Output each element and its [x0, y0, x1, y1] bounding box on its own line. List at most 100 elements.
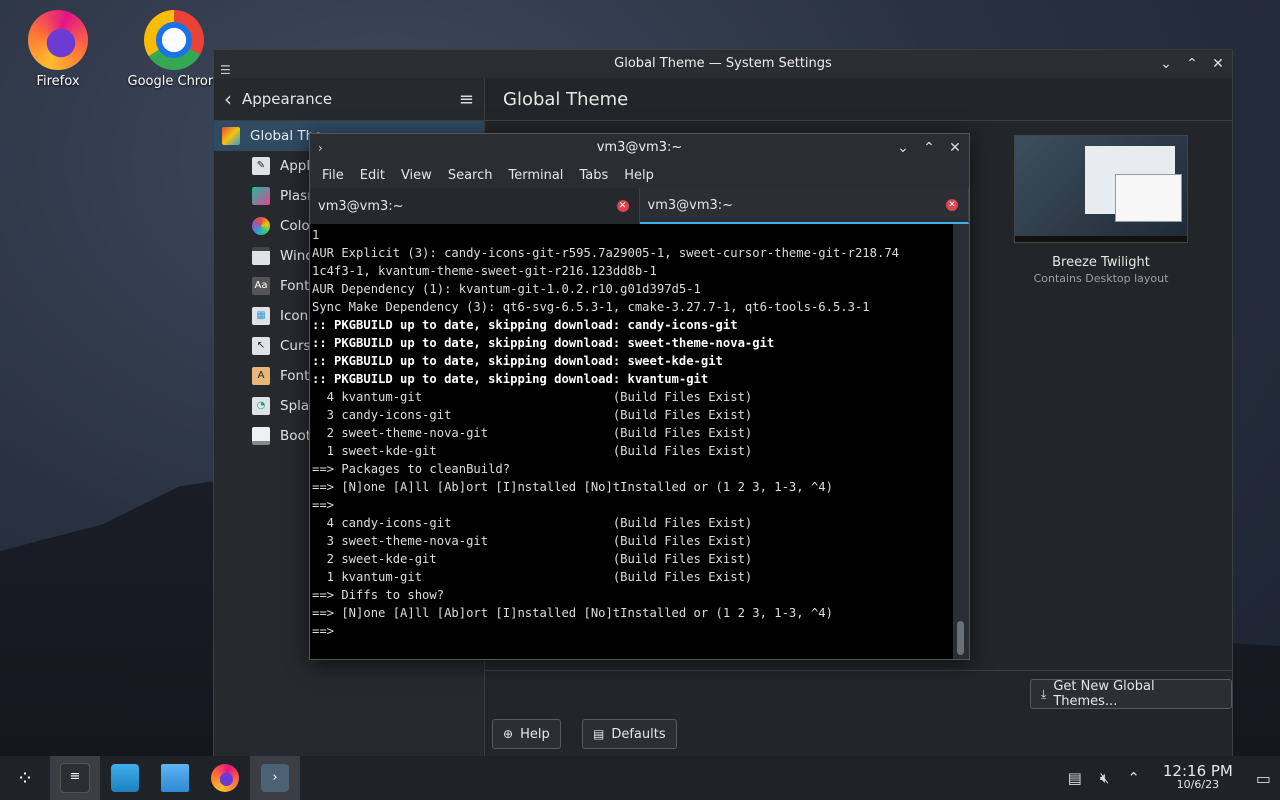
clipboard-icon[interactable]: ▤	[1068, 769, 1082, 787]
help-icon: ⊕	[503, 727, 514, 741]
terminal-line: 1 sweet-kde-git (Build Files Exist)	[312, 444, 753, 458]
terminal-line: ==> Packages to cleanBuild?	[312, 462, 511, 476]
firefox-icon	[211, 764, 239, 792]
theme-description: Contains Desktop layout	[1033, 272, 1169, 285]
sidebar-item-label: Boot	[280, 428, 312, 444]
terminal-line: ==>	[312, 624, 335, 638]
taskbar-system-settings[interactable]: ≡	[50, 756, 100, 800]
hamburger-menu-icon[interactable]: ≡	[459, 89, 474, 110]
boot-splash-icon	[252, 427, 270, 445]
terminal-window-title: vm3@vm3:~	[596, 140, 683, 155]
theme-name: Breeze Twilight	[1052, 255, 1150, 270]
clock[interactable]: 12:16 PM 10/6/23	[1163, 764, 1233, 792]
taskbar: ⁘ ≡ › ▤ 🔇︎ ⌃ 12:16 PM 10/6/23 ▭	[0, 756, 1280, 800]
menu-edit[interactable]: Edit	[352, 168, 393, 183]
desktop-icon-chrome[interactable]: Google Chrom	[124, 4, 224, 89]
icons-icon: ▦	[252, 307, 270, 325]
maximize-icon[interactable]: ⌃	[1186, 50, 1198, 78]
window-decorations-icon	[252, 247, 270, 265]
sidebar-item-label: Appl	[280, 158, 311, 174]
download-icon: ⤓	[1041, 686, 1047, 701]
terminal-line: 1	[312, 228, 320, 242]
terminal-line: 3 candy-icons-git (Build Files Exist)	[312, 408, 753, 422]
terminal-menubar: File Edit View Search Terminal Tabs Help	[310, 162, 969, 188]
sidebar-item-label: Font	[280, 278, 310, 294]
terminal-line: 2 sweet-kde-git (Build Files Exist)	[312, 552, 753, 566]
menu-help[interactable]: Help	[616, 168, 662, 183]
page-title: Global Theme	[485, 78, 1232, 121]
close-icon[interactable]: ✕	[1212, 50, 1224, 78]
colors-icon	[252, 217, 270, 235]
clock-date: 10/6/23	[1176, 778, 1220, 791]
back-arrow-icon[interactable]: ‹	[224, 87, 232, 111]
sidebar-title: Appearance	[242, 90, 333, 108]
document-icon: ▤	[593, 727, 605, 741]
menu-tabs[interactable]: Tabs	[571, 168, 616, 183]
close-icon[interactable]: ✕	[949, 134, 961, 162]
terminal-output[interactable]: 1 AUR Explicit (3): candy-icons-git-r595.…	[310, 224, 953, 659]
taskbar-dolphin[interactable]	[150, 756, 200, 800]
app-launcher-button[interactable]: ⁘	[0, 756, 50, 800]
help-button[interactable]: ⊕ Help	[492, 719, 561, 749]
menu-search[interactable]: Search	[440, 168, 501, 183]
sidebar-header: ‹ Appearance ≡	[214, 78, 484, 121]
sidebar-item-label: Icon	[280, 308, 309, 324]
button-label: Help	[520, 726, 550, 742]
application-style-icon: ✎	[252, 157, 270, 175]
settings-window-title: Global Theme — System Settings	[614, 56, 832, 71]
folder-icon	[161, 764, 189, 792]
plasma-style-icon	[252, 187, 270, 205]
scrollbar-thumb[interactable]	[957, 621, 964, 655]
cursors-icon: ↖	[252, 337, 270, 355]
terminal-line: ==> Diffs to show?	[312, 588, 445, 602]
terminal-line: :: PKGBUILD up to date, skipping downloa…	[312, 318, 738, 332]
menu-terminal[interactable]: Terminal	[500, 168, 571, 183]
terminal-line: :: PKGBUILD up to date, skipping downloa…	[312, 336, 775, 350]
terminal-line: Sync Make Dependency (3): qt6-svg-6.5.3-…	[312, 300, 870, 314]
terminal-line: 3 sweet-theme-nova-git (Build Files Exis…	[312, 534, 753, 548]
fonts-icon: Aa	[252, 277, 270, 295]
minimize-icon[interactable]: ⌄	[1160, 50, 1172, 78]
desktop-icon-label: Google Chrom	[127, 74, 221, 89]
defaults-button[interactable]: ▤ Defaults	[582, 719, 677, 749]
theme-preview-thumbnail	[1014, 135, 1188, 243]
launcher-icon: ⁘	[16, 766, 34, 790]
terminal-line: :: PKGBUILD up to date, skipping downloa…	[312, 354, 723, 368]
terminal-tab-1[interactable]: vm3@vm3:~ ✕	[310, 188, 640, 224]
splash-screen-icon: ◔	[252, 397, 270, 415]
terminal-line: AUR Dependency (1): kvantum-git-1.0.2.r1…	[312, 282, 701, 296]
settings-titlebar[interactable]: ☰ Global Theme — System Settings ⌄ ⌃ ✕	[214, 50, 1232, 78]
button-label: Get New Global Themes...	[1053, 679, 1155, 709]
menu-file[interactable]: File	[314, 168, 352, 183]
volume-muted-icon[interactable]: 🔇︎	[1100, 769, 1109, 787]
terminal-tab-2[interactable]: vm3@vm3:~ ✕	[639, 188, 969, 224]
chevron-up-icon[interactable]: ⌃	[1127, 769, 1140, 787]
clock-time: 12:16 PM	[1162, 762, 1233, 780]
system-settings-icon: ≡	[60, 763, 90, 793]
show-desktop-icon[interactable]: ▭	[1256, 769, 1271, 788]
discover-store-icon	[111, 764, 139, 792]
tab-label: vm3@vm3:~	[647, 197, 734, 213]
close-tab-icon[interactable]: ✕	[946, 199, 958, 211]
terminal-line: :: PKGBUILD up to date, skipping downloa…	[312, 372, 709, 386]
get-new-themes-button[interactable]: ⤓ Get New Global Themes...	[1030, 679, 1232, 709]
taskbar-konsole[interactable]: ›	[250, 756, 300, 800]
desktop-icon-firefox[interactable]: Firefox	[8, 4, 108, 89]
minimize-icon[interactable]: ⌄	[897, 134, 909, 162]
theme-card-breeze-twilight[interactable]: Breeze Twilight Contains Desktop layout	[1014, 135, 1188, 285]
maximize-icon[interactable]: ⌃	[923, 134, 935, 162]
terminal-titlebar[interactable]: › vm3@vm3:~ ⌄ ⌃ ✕	[310, 134, 969, 162]
taskbar-discover[interactable]	[100, 756, 150, 800]
menu-view[interactable]: View	[393, 168, 440, 183]
terminal-line: 2 sweet-theme-nova-git (Build Files Exis…	[312, 426, 753, 440]
font-management-icon: A	[252, 367, 270, 385]
system-tray: ▤ 🔇︎ ⌃ 12:16 PM 10/6/23 ▭	[1059, 756, 1280, 800]
terminal-scrollbar[interactable]	[953, 224, 969, 659]
chrome-icon	[144, 10, 204, 70]
terminal-tabbar: vm3@vm3:~ ✕ vm3@vm3:~ ✕	[310, 188, 969, 224]
taskbar-firefox[interactable]	[200, 756, 250, 800]
terminal-line: 1c4f3-1, kvantum-theme-sweet-git-r216.12…	[312, 264, 657, 278]
close-tab-icon[interactable]: ✕	[616, 200, 629, 212]
tab-label: vm3@vm3:~	[318, 198, 404, 214]
button-label: Defaults	[611, 726, 666, 742]
